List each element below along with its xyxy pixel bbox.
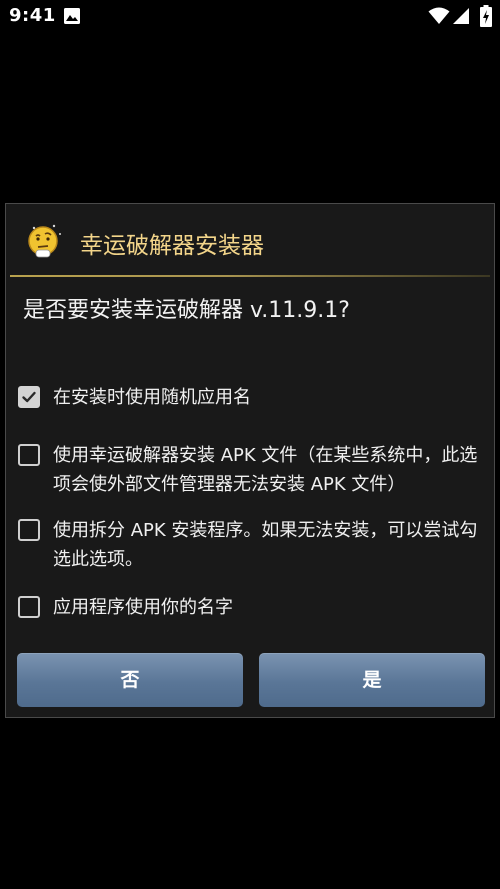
dialog-title: 幸运破解器安装器: [80, 233, 264, 259]
thinking-face-icon: [24, 220, 64, 260]
yes-button[interactable]: 是: [259, 653, 485, 707]
dialog-header: 幸运破解器安装器: [6, 204, 494, 277]
wifi-icon: [428, 7, 450, 25]
install-question: 是否要安装幸运破解器 v.11.9.1?: [23, 298, 350, 323]
status-time: 9:41: [9, 5, 56, 26]
option-label: 使用幸运破解器安装 APK 文件（在某些系统中，此选项会使外部文件管理器无法安装…: [53, 445, 478, 495]
install-dialog: 幸运破解器安装器 是否要安装幸运破解器 v.11.9.1? 在安装时使用随机应用…: [5, 203, 495, 718]
option-label: 使用拆分 APK 安装程序。如果无法安装，可以尝试勾选此选项。: [53, 520, 478, 570]
option-label: 在安装时使用随机应用名: [53, 387, 251, 408]
checkmark-icon: [22, 391, 36, 403]
checkbox-random-app-name[interactable]: [18, 386, 40, 408]
no-button[interactable]: 否: [17, 653, 243, 707]
checkbox-use-your-name[interactable]: [18, 596, 40, 618]
header-divider: [10, 275, 490, 277]
photo-icon: [63, 7, 81, 25]
battery-icon: [480, 5, 492, 27]
option-label: 应用程序使用你的名字: [53, 597, 233, 618]
signal-icon: [452, 7, 470, 25]
status-bar: 9:41: [0, 0, 500, 34]
checkbox-split-apk-installer[interactable]: [18, 519, 40, 541]
checkbox-install-with-lucky-patcher[interactable]: [18, 444, 40, 466]
